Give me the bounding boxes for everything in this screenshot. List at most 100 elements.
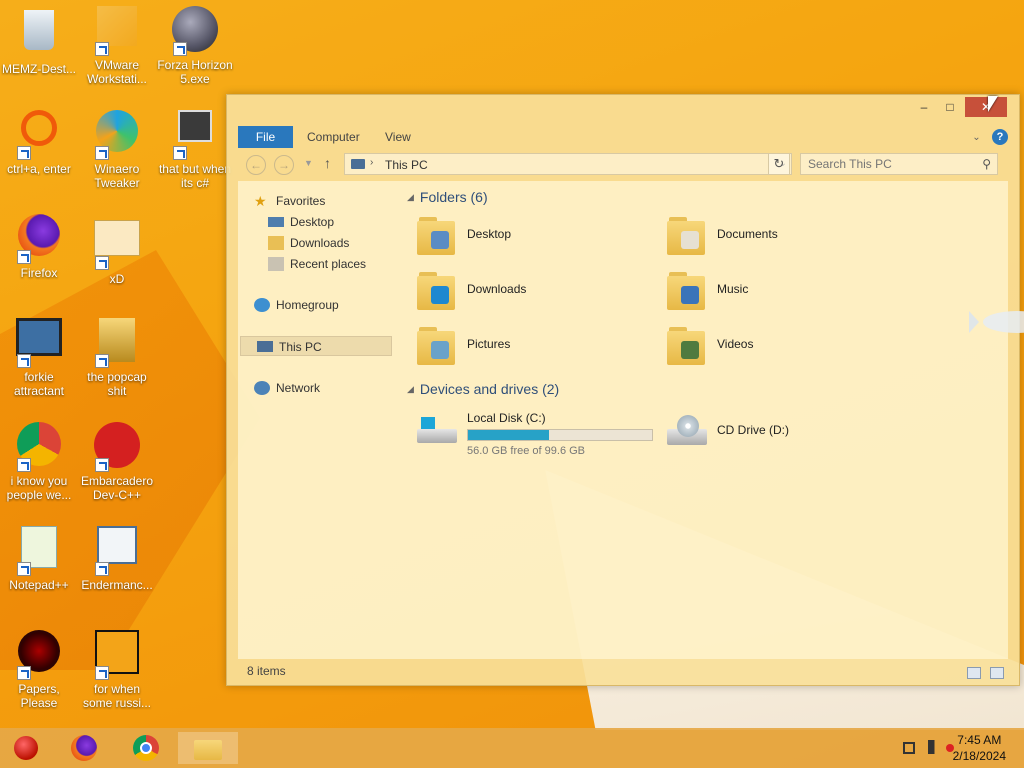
tab-view[interactable]: View [372, 126, 424, 148]
downloads-folder-icon [417, 270, 455, 310]
folder-tile[interactable]: Documents [665, 211, 905, 261]
drive-c[interactable]: Local Disk (C:) 56.0 GB free of 99.6 GB [415, 407, 665, 457]
collapse-icon: ◢ [407, 384, 414, 394]
folder-label: Pictures [467, 337, 511, 351]
minimize-button[interactable]: – [911, 97, 937, 117]
desktop-icon-label: xD [109, 272, 125, 286]
recent-places-icon [268, 257, 284, 271]
papers-please-icon [15, 630, 63, 680]
clock-date: 2/18/2024 [952, 749, 1006, 763]
folders-group-header[interactable]: ◢ Folders (6) [407, 189, 488, 205]
desktop-icon-label: the popcap shit [87, 370, 147, 398]
desktop-icon-label: Winaero Tweaker [94, 162, 140, 190]
maximize-button[interactable]: □ [937, 97, 963, 117]
desktop-icon-item[interactable]: the popcap shit [78, 318, 156, 398]
taskbar: 7:45 AM 2/18/2024 [0, 728, 1024, 768]
breadcrumb[interactable]: This PC [385, 158, 428, 172]
nav-downloads[interactable]: Downloads [268, 233, 349, 253]
recent-locations-icon[interactable]: ▼ [304, 158, 313, 168]
nav-this-pc[interactable]: This PC [240, 336, 392, 356]
desktop-icon-item[interactable]: Embarcadero Dev-C++ [78, 422, 156, 502]
back-button[interactable]: ← [246, 155, 266, 175]
desktop-icon-item[interactable]: Endermanc... [78, 526, 156, 592]
refresh-button[interactable]: ↻ [768, 153, 790, 175]
nav-recent-places[interactable]: Recent places [268, 254, 366, 274]
recycle-bin-icon [15, 10, 63, 58]
desktop-icon-label: Notepad++ [9, 578, 69, 592]
content-area: ★ Favorites Desktop Downloads Recent pla… [238, 181, 1024, 659]
shortcut-arrow-icon [95, 666, 109, 680]
expand-ribbon-icon[interactable]: ⌄ [972, 132, 980, 143]
folder-tile[interactable]: Videos [665, 321, 905, 371]
search-box[interactable]: ⚲ [800, 153, 998, 175]
folder-label: Videos [717, 337, 754, 351]
desktop-icon-item[interactable]: Winaero Tweaker [78, 110, 156, 190]
folder-tile[interactable]: Pictures [415, 321, 655, 371]
main-pane: ◢ Folders (6) Desktop Documents Downloads Mu… [401, 181, 1024, 659]
desktop-icon-item[interactable]: MEMZ-Dest... [0, 6, 78, 76]
nav-favorites[interactable]: ★ Favorites [254, 191, 325, 211]
orange-ring-icon [15, 110, 63, 160]
computer-icon [257, 341, 273, 352]
address-bar-row: ← → ▼ ↑ › This PC ⌄ ↻ ⚲ [238, 152, 1008, 178]
desktop-icon-item[interactable]: forkie attractant [0, 318, 78, 398]
desktop-icon-item[interactable]: Papers, Please [0, 630, 78, 710]
local-disk-icon [415, 417, 459, 447]
desktop-icon-item[interactable]: xD [78, 214, 156, 286]
nav-desktop[interactable]: Desktop [268, 212, 334, 232]
desktop-icon-item[interactable]: VMware Workstati... [78, 6, 156, 86]
tab-file[interactable]: File [238, 126, 293, 148]
firefox-taskbar-icon[interactable] [68, 732, 100, 764]
volume-muted-icon[interactable] [928, 740, 954, 754]
search-input[interactable] [801, 154, 971, 174]
address-field[interactable]: › This PC ⌄ [344, 153, 792, 175]
drive-d[interactable]: CD Drive (D:) [665, 407, 865, 457]
ribbon-tabs: File Computer View ⌄ ? [238, 126, 1008, 148]
chrome-icon [15, 422, 63, 472]
desktop-icon [268, 217, 284, 227]
large-icons-view-icon[interactable] [990, 667, 1004, 679]
desktop-icon-item[interactable]: Firefox [0, 214, 78, 280]
desktop-icon-item[interactable]: that but when its c# [156, 110, 234, 190]
nav-network[interactable]: Network [254, 378, 320, 398]
memz-taskbar-icon[interactable] [10, 732, 42, 764]
notepadpp-icon [15, 526, 63, 576]
close-button[interactable]: ✕ [965, 97, 1007, 117]
downloads-icon [268, 236, 284, 250]
mouse-cursor [988, 96, 998, 112]
folder-tile[interactable]: Music [665, 266, 905, 316]
folder-label: Documents [717, 227, 778, 241]
desktop-icon-item[interactable]: Notepad++ [0, 526, 78, 592]
shortcut-arrow-icon [17, 458, 31, 472]
desktop-icon-item[interactable]: Forza Horizon 5.exe [156, 6, 234, 86]
shortcut-arrow-icon [17, 354, 31, 368]
documents-folder-icon [667, 215, 705, 255]
gear-monitor-icon [15, 318, 63, 368]
network-icon[interactable] [902, 742, 915, 754]
details-view-icon[interactable] [966, 667, 981, 679]
help-icon[interactable]: ? [992, 129, 1008, 145]
drives-group-header[interactable]: ◢ Devices and drives (2) [407, 381, 559, 397]
windows-stack-icon [171, 110, 219, 160]
chrome-taskbar-icon[interactable] [130, 732, 162, 764]
desktop-icon-item[interactable]: for when some russi... [78, 630, 156, 710]
item-count: 8 items [247, 664, 286, 678]
nav-homegroup[interactable]: Homegroup [254, 295, 339, 315]
search-icon[interactable]: ⚲ [982, 157, 991, 171]
explorer-taskbar-icon[interactable] [178, 732, 238, 764]
document-window-icon [93, 526, 141, 576]
folder-label: Music [717, 282, 749, 296]
folder-tile[interactable]: Downloads [415, 266, 655, 316]
folder-label: Desktop [467, 227, 512, 241]
videos-folder-icon [667, 325, 705, 365]
forward-button[interactable]: → [274, 155, 294, 175]
clock[interactable]: 7:45 AM 2/18/2024 [953, 732, 1006, 764]
shortcut-arrow-icon [95, 458, 109, 472]
title-bar[interactable]: – □ ✕ [227, 95, 1019, 123]
network-icon [254, 381, 270, 395]
desktop-icon-item[interactable]: ctrl+a, enter [0, 110, 78, 176]
desktop-icon-item[interactable]: i know you people we... [0, 422, 78, 502]
folder-tile[interactable]: Desktop [415, 211, 655, 261]
up-arrow-icon[interactable]: ↑ [324, 155, 331, 171]
tab-computer[interactable]: Computer [294, 126, 373, 148]
